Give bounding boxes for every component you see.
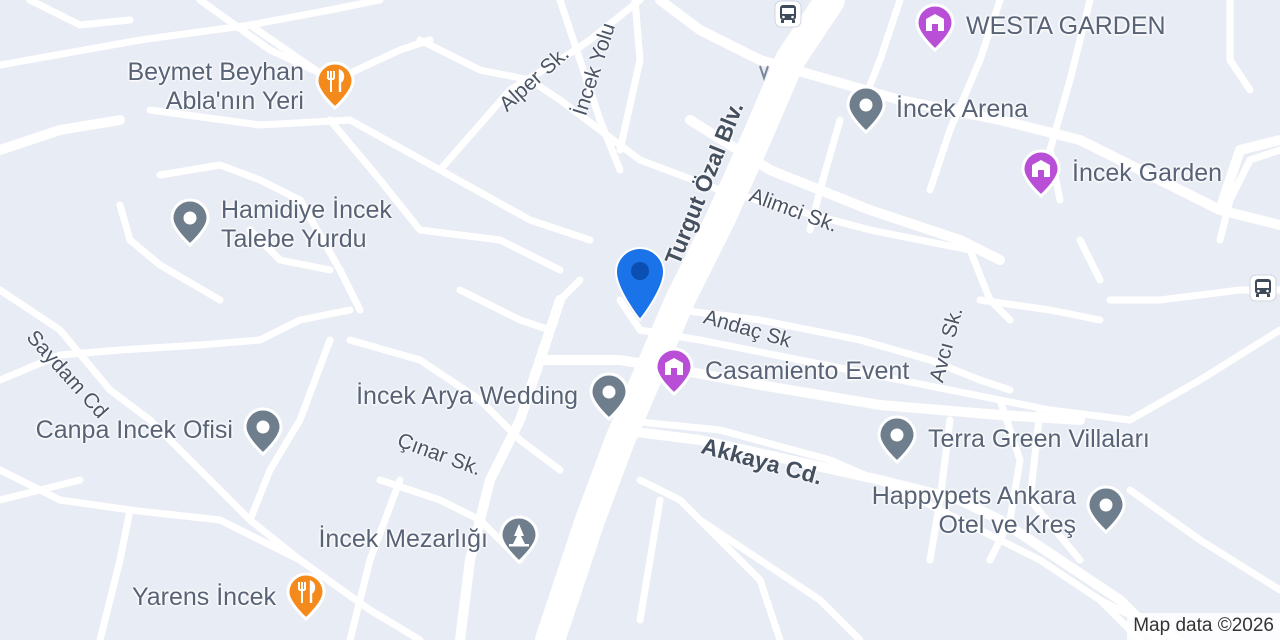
event-venue-icon <box>915 3 955 52</box>
map-canvas[interactable]: Alper Sk. İncek Yolu Turgut Özal Blv. Al… <box>0 0 1280 640</box>
poi-label: Casamiento Event <box>705 357 910 385</box>
poi-label: Beymet Beyhan <box>127 58 305 86</box>
restaurant-icon <box>286 572 326 621</box>
map-attribution[interactable]: Map data ©2026 <box>1127 613 1280 640</box>
place-icon <box>243 407 283 456</box>
poi-label: WESTA GARDEN <box>966 12 1166 40</box>
place-icon <box>877 415 917 464</box>
poi-label: İncek Arya Wedding <box>356 382 578 410</box>
poi-label: Hamidiye İncek <box>221 196 392 224</box>
place-icon <box>1086 485 1126 534</box>
poi-label: İncek Garden <box>1072 159 1223 187</box>
cemetery-icon <box>499 515 539 564</box>
poi-label: İncek Mezarlığı <box>318 525 488 553</box>
poi-label: Talebe Yurdu <box>221 225 367 253</box>
poi-label: Happypets Ankara <box>871 482 1076 510</box>
event-venue-icon <box>654 347 694 396</box>
poi-label: Abla'nın Yeri <box>165 87 304 115</box>
event-venue-icon <box>1021 149 1061 198</box>
poi-label: Otel ve Kreş <box>938 511 1076 539</box>
place-icon <box>170 198 210 247</box>
restaurant-icon <box>315 61 355 110</box>
poi-label: Yarens İncek <box>131 583 276 611</box>
location-pin-icon[interactable] <box>612 244 668 322</box>
place-icon <box>846 85 886 134</box>
bus-stop-icon[interactable] <box>774 0 802 28</box>
poi-label: İncek Arena <box>896 95 1029 123</box>
poi-label: Canpa Incek Ofisi <box>35 416 233 444</box>
place-icon <box>589 372 629 421</box>
poi-label: Terra Green Villaları <box>928 425 1150 453</box>
bus-stop-icon[interactable] <box>1249 274 1277 302</box>
